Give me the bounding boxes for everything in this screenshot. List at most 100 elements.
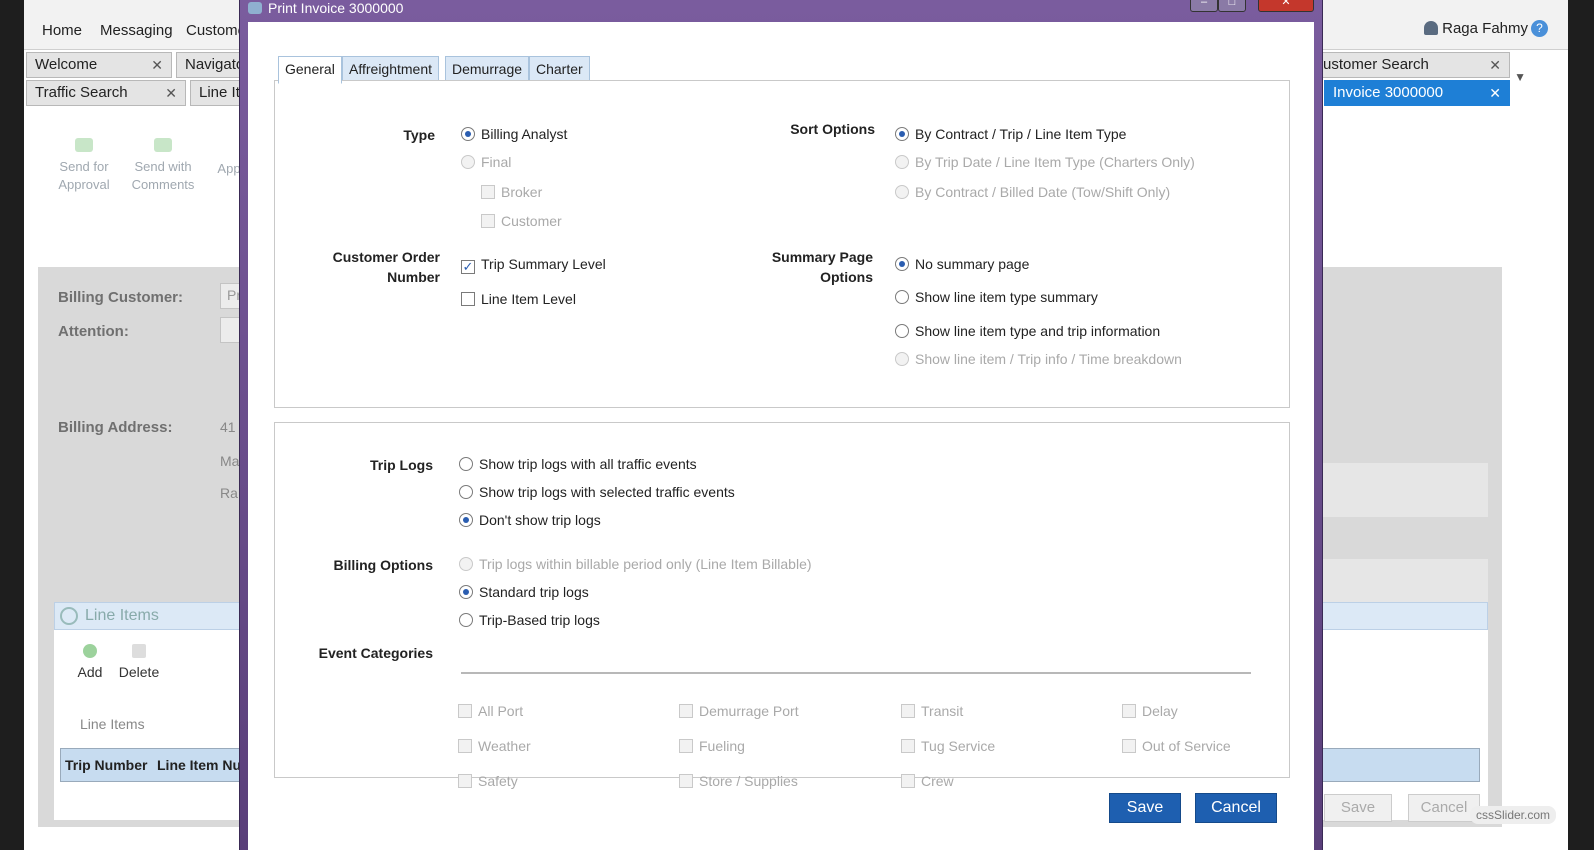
button-label: Send for Approval <box>58 159 110 192</box>
tab-charter[interactable]: Charter <box>529 56 590 82</box>
tab-overflow-icon[interactable]: ▼ <box>1514 70 1526 84</box>
event-fueling-checkbox[interactable]: Fueling <box>679 737 745 755</box>
section-title: Line Items <box>85 607 159 624</box>
trip-logs-selected-radio[interactable]: Show trip logs with selected traffic eve… <box>459 483 735 501</box>
close-window-button[interactable]: ✕ <box>1258 0 1314 12</box>
column-line-item-number[interactable]: Line Item Nu <box>157 757 241 773</box>
sort-contract-trip-radio[interactable]: By Contract / Trip / Line Item Type <box>895 125 1126 143</box>
attention-label: Attention: <box>58 323 129 340</box>
sort-trip-date-radio[interactable]: By Trip Date / Line Item Type (Charters … <box>895 153 1195 171</box>
customer-order-number-label: Customer Order Number <box>332 249 440 285</box>
watermark: cssSlider.com <box>1470 806 1557 824</box>
minimize-button[interactable]: – <box>1190 0 1218 12</box>
tab-label: ustomer Search <box>1323 56 1429 73</box>
event-out-of-service-checkbox[interactable]: Out of Service <box>1122 737 1231 755</box>
tab-traffic-search[interactable]: Traffic Search ✕ <box>26 80 186 106</box>
send-icon <box>75 138 93 152</box>
event-store-supplies-checkbox[interactable]: Store / Supplies <box>679 772 798 790</box>
column-trip-number[interactable]: Trip Number <box>65 757 147 773</box>
dialog-title: Print Invoice 3000000 <box>268 0 404 16</box>
user-icon <box>1424 21 1439 35</box>
delete-button[interactable]: Delete <box>114 644 164 680</box>
type-billing-analyst-radio[interactable]: Billing Analyst <box>461 125 567 143</box>
general-options-box: Type Billing Analyst Final Broker Custom… <box>274 80 1290 408</box>
printer-icon <box>248 2 262 14</box>
summary-time-breakdown-radio[interactable]: Show line item / Trip info / Time breakd… <box>895 350 1182 368</box>
dialog-content: General Affreightment Demurrage Charter … <box>248 22 1314 850</box>
user-menu[interactable]: Raga Fahmy <box>1424 20 1528 37</box>
cancel-button[interactable]: Cancel <box>1408 794 1480 822</box>
trash-icon <box>132 644 146 658</box>
sort-contract-billed-radio[interactable]: By Contract / Billed Date (Tow/Shift Onl… <box>895 183 1170 201</box>
button-label: Add <box>77 664 103 680</box>
line-item-level-checkbox[interactable]: Line Item Level <box>461 290 576 308</box>
dialog-cancel-button[interactable]: Cancel <box>1195 793 1277 823</box>
menu-customer[interactable]: Custome <box>186 22 246 39</box>
button-label: Delete <box>118 664 160 680</box>
send-with-comments-button[interactable]: Send with Comments <box>128 138 198 194</box>
billing-trip-based-radio[interactable]: Trip-Based trip logs <box>459 611 600 629</box>
trip-log-options-box: Trip Logs Show trip logs with all traffi… <box>274 422 1290 778</box>
close-icon[interactable]: ✕ <box>1489 81 1501 105</box>
broker-checkbox[interactable]: Broker <box>481 183 542 201</box>
tab-invoice[interactable]: Invoice 3000000 ✕ <box>1324 80 1510 106</box>
side-field <box>1308 463 1488 517</box>
tab-label: Traffic Search <box>35 84 128 101</box>
tab-demurrage[interactable]: Demurrage <box>445 56 530 82</box>
event-categories-label: Event Categories <box>318 645 433 661</box>
close-icon[interactable]: ✕ <box>165 81 177 105</box>
tab-label: Line It <box>199 84 240 101</box>
trip-logs-none-radio[interactable]: Don't show trip logs <box>459 511 601 529</box>
button-label: App <box>217 161 241 176</box>
menu-home[interactable]: Home <box>42 22 82 39</box>
close-icon[interactable]: ✕ <box>151 53 163 77</box>
tab-label: Invoice 3000000 <box>1333 84 1444 101</box>
tab-general[interactable]: General <box>278 56 342 84</box>
event-transit-checkbox[interactable]: Transit <box>901 702 963 720</box>
collapse-icon[interactable] <box>60 607 78 625</box>
add-button[interactable]: Add <box>70 644 110 680</box>
menu-messaging[interactable]: Messaging <box>100 22 173 39</box>
comment-icon <box>154 138 172 152</box>
event-demurrage-port-checkbox[interactable]: Demurrage Port <box>679 702 799 720</box>
address-line: Ma <box>220 453 240 469</box>
event-safety-checkbox[interactable]: Safety <box>458 772 518 790</box>
dialog-save-button[interactable]: Save <box>1109 793 1181 823</box>
tab-label: Welcome <box>35 56 98 73</box>
type-label: Type <box>403 127 435 143</box>
tab-navigator[interactable]: Navigato <box>176 52 246 78</box>
save-button[interactable]: Save <box>1324 794 1392 822</box>
user-name: Raga Fahmy <box>1442 20 1528 37</box>
billing-options-label: Billing Options <box>333 557 433 573</box>
event-all-port-checkbox[interactable]: All Port <box>458 702 523 720</box>
tab-affreightment[interactable]: Affreightment <box>342 56 440 82</box>
print-invoice-dialog: Print Invoice 3000000 – □ ✕ General Affr… <box>239 0 1323 850</box>
send-for-approval-button[interactable]: Send for Approval <box>54 138 114 194</box>
tab-line-items[interactable]: Line It <box>190 80 246 106</box>
sort-options-label: Sort Options <box>790 121 875 137</box>
billing-address-label: Billing Address: <box>58 419 173 436</box>
summary-none-radio[interactable]: No summary page <box>895 255 1029 273</box>
event-weather-checkbox[interactable]: Weather <box>458 737 531 755</box>
maximize-button[interactable]: □ <box>1218 0 1246 12</box>
group-label: Line Items <box>80 716 145 732</box>
event-crew-checkbox[interactable]: Crew <box>901 772 954 790</box>
event-delay-checkbox[interactable]: Delay <box>1122 702 1178 720</box>
trip-logs-all-radio[interactable]: Show trip logs with all traffic events <box>459 455 697 473</box>
close-icon[interactable]: ✕ <box>1489 53 1501 77</box>
customer-checkbox[interactable]: Customer <box>481 212 562 230</box>
billing-standard-radio[interactable]: Standard trip logs <box>459 583 589 601</box>
tab-customer-search[interactable]: ustomer Search ✕ <box>1314 52 1510 78</box>
summary-line-item-trip-radio[interactable]: Show line item type and trip information <box>895 322 1160 340</box>
tab-label: Navigato <box>185 56 245 73</box>
trip-logs-label: Trip Logs <box>370 457 433 473</box>
trip-summary-level-checkbox[interactable]: ✓ Trip Summary Level <box>461 255 606 274</box>
event-tug-service-checkbox[interactable]: Tug Service <box>901 737 995 755</box>
help-icon[interactable]: ? <box>1531 20 1548 37</box>
tab-welcome[interactable]: Welcome ✕ <box>26 52 172 78</box>
type-final-radio[interactable]: Final <box>461 153 511 171</box>
address-line: 41 <box>220 419 236 435</box>
summary-line-item-type-radio[interactable]: Show line item type summary <box>895 288 1098 306</box>
summary-page-options-label: Summary Page Options <box>771 249 873 285</box>
billing-billable-period-radio[interactable]: Trip logs within billable period only (L… <box>459 555 812 573</box>
